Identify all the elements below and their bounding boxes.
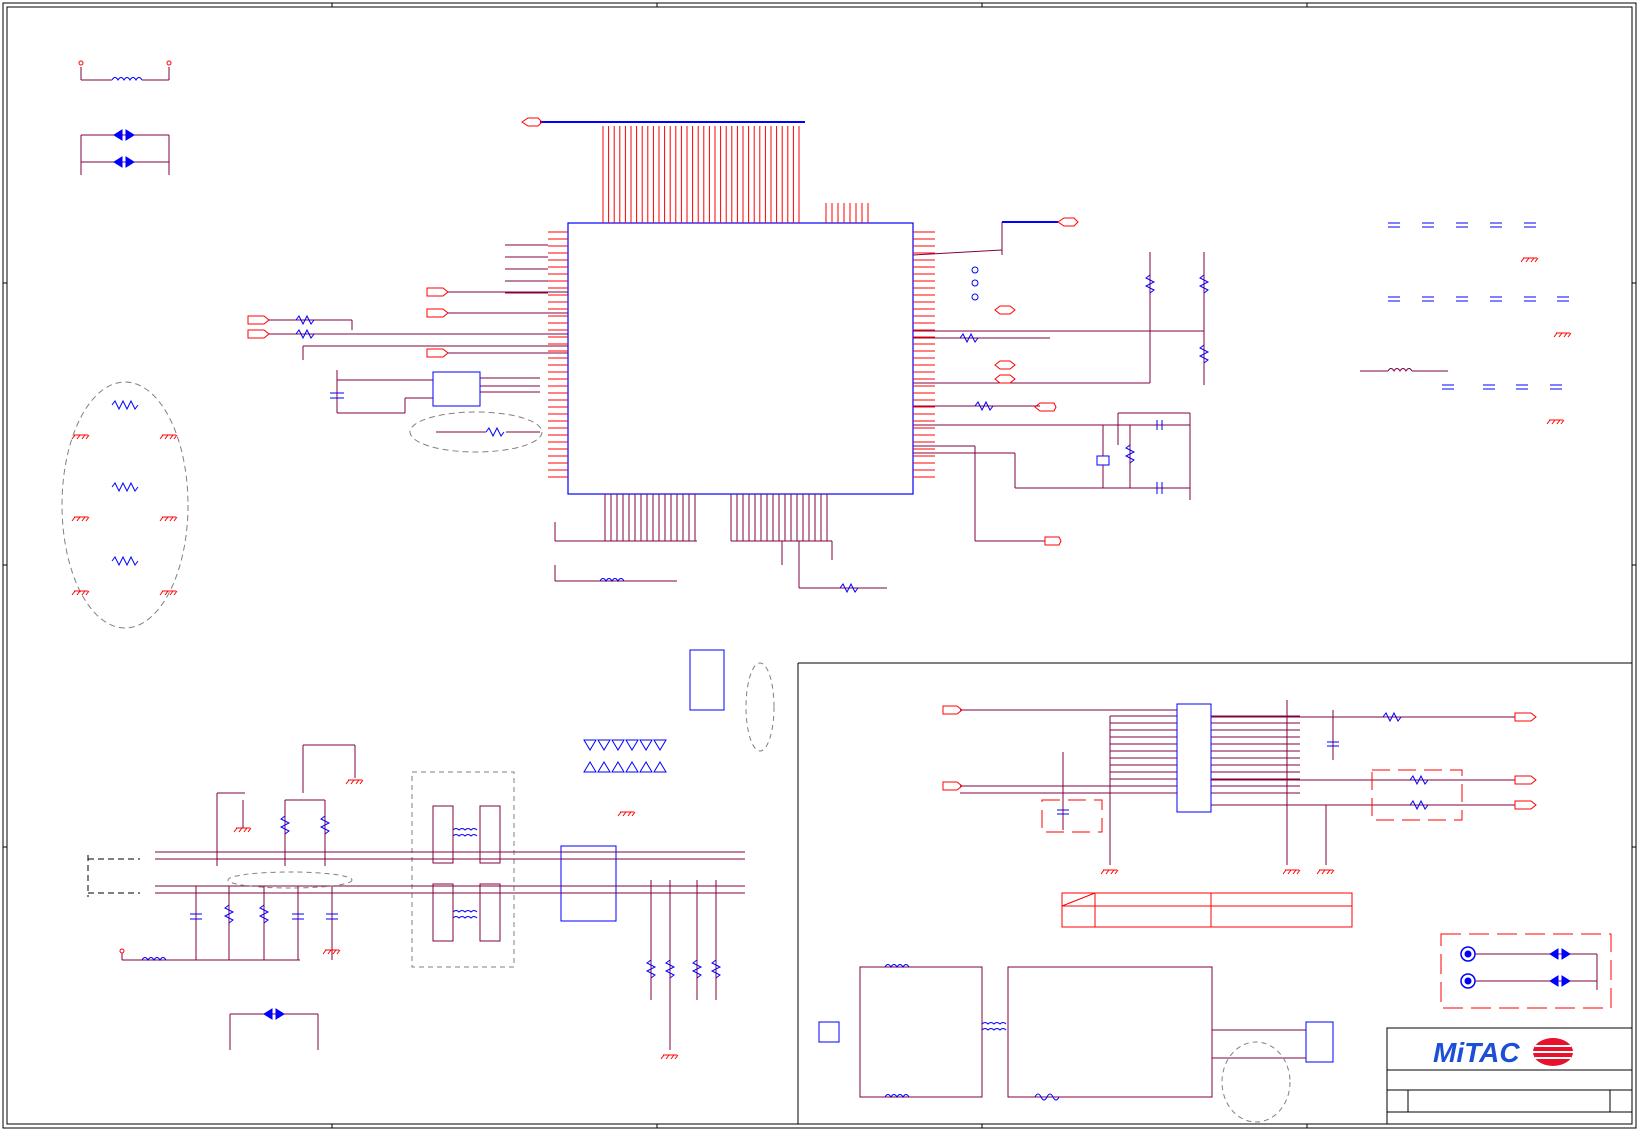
symbol — [942, 705, 963, 715]
ground-icon — [1520, 257, 1539, 263]
ground-icon — [1546, 419, 1565, 425]
lan-connector-dashed — [87, 855, 140, 897]
ground-icon — [1553, 332, 1572, 338]
symbol — [639, 739, 653, 751]
symbol — [625, 739, 639, 751]
ground-icon — [159, 434, 178, 440]
company-logo: MiTAC — [1433, 1037, 1573, 1068]
usb-signal-lines — [942, 700, 1537, 875]
test-points-box — [1440, 933, 1612, 1009]
symbol — [583, 761, 597, 773]
symbol — [1514, 800, 1537, 810]
resistor-in-ellipse — [436, 426, 540, 438]
ground-icon — [159, 516, 178, 522]
symbol — [639, 761, 653, 773]
ground-icon — [1282, 869, 1301, 875]
symbol — [611, 761, 625, 773]
symbol — [1041, 799, 1103, 833]
ground-icon — [71, 434, 90, 440]
jumper-link-bottom-left — [229, 1008, 319, 1050]
usb-ic — [1176, 703, 1212, 813]
symbol — [583, 739, 597, 751]
ic-bottom-pins — [604, 494, 828, 541]
decoupling-capacitor-banks — [1360, 222, 1572, 425]
ground-icon — [660, 1054, 679, 1060]
diode-array-section — [689, 649, 775, 752]
audio-transformer-section — [818, 964, 1334, 1123]
lan-inductor-input — [119, 948, 300, 961]
symbol — [1360, 368, 1448, 372]
symbol — [1514, 775, 1537, 785]
symbol — [597, 739, 611, 751]
symbol — [111, 555, 139, 567]
ic-right-network — [913, 252, 1210, 546]
ground-icon — [233, 827, 252, 833]
symbol — [653, 739, 667, 751]
main-controller-ic — [567, 222, 914, 495]
diode-array — [583, 739, 667, 817]
schematic-sheet: MiTAC — [2, 2, 1637, 1129]
ic-right-pins — [913, 231, 935, 478]
symbol — [611, 739, 625, 751]
symbol — [111, 399, 139, 411]
symbol — [1371, 769, 1463, 821]
jumper-links-top-left — [80, 129, 170, 175]
left-buffer-ic — [330, 370, 481, 414]
symbol — [625, 761, 639, 773]
lan-signal-lines — [155, 744, 745, 1060]
ground-icon — [345, 779, 364, 785]
ic-top-pins — [602, 126, 869, 223]
left-port-tags — [247, 287, 568, 360]
ground-icon — [1100, 869, 1119, 875]
logo-wordmark: MiTAC — [1433, 1037, 1520, 1068]
ground-icon — [71, 516, 90, 522]
revision-table — [1061, 892, 1353, 928]
crystal-circuit — [1096, 412, 1191, 500]
ground-icon — [617, 811, 636, 817]
right-bus — [912, 217, 1079, 301]
inductor-link-top-left — [78, 60, 172, 81]
lan-phy-ic — [560, 845, 617, 922]
transformer-region — [411, 771, 515, 968]
left-resistor-group — [71, 399, 178, 596]
ic-left-pins — [480, 231, 568, 478]
sheet-border — [2, 2, 1637, 1129]
symbol — [942, 781, 963, 791]
symbol — [111, 481, 139, 493]
symbol — [653, 761, 667, 773]
top-bus — [521, 117, 805, 127]
symbol — [1514, 712, 1537, 722]
ground-icon — [1316, 869, 1335, 875]
symbol — [597, 761, 611, 773]
